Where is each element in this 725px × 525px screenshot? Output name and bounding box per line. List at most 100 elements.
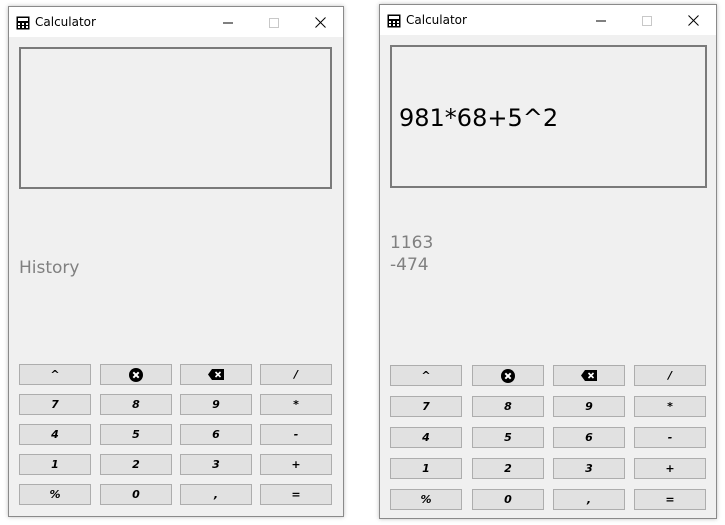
key-label: ^ bbox=[50, 368, 60, 381]
calculator-icon bbox=[387, 13, 401, 28]
minimize-icon bbox=[223, 13, 233, 32]
backspace-button[interactable] bbox=[180, 364, 252, 385]
key-label: 1 bbox=[51, 458, 59, 471]
digit-2-button[interactable]: 2 bbox=[100, 454, 172, 475]
key-label: 3 bbox=[212, 458, 220, 471]
decimal-button[interactable]: , bbox=[180, 484, 252, 505]
digit-7-button[interactable]: 7 bbox=[390, 396, 462, 417]
key-label: , bbox=[213, 488, 219, 501]
digit-9-button[interactable]: 9 bbox=[553, 396, 625, 417]
add-button[interactable]: + bbox=[260, 454, 332, 475]
digit-3-button[interactable]: 3 bbox=[553, 458, 625, 479]
digit-8-button[interactable]: 8 bbox=[472, 396, 544, 417]
key-label: 6 bbox=[212, 428, 220, 441]
multiply-button[interactable]: * bbox=[634, 396, 706, 417]
key-label: 7 bbox=[51, 398, 59, 411]
calculator-icon bbox=[16, 15, 30, 30]
history-item[interactable]: -474 bbox=[390, 254, 433, 276]
minimize-button[interactable] bbox=[205, 7, 251, 37]
key-label: ^ bbox=[421, 369, 431, 382]
expression-display[interactable] bbox=[19, 47, 332, 189]
power-button[interactable]: ^ bbox=[390, 365, 462, 386]
minimize-icon bbox=[596, 11, 606, 30]
key-label: 4 bbox=[51, 428, 59, 441]
multiply-button[interactable]: * bbox=[260, 394, 332, 415]
digit-1-button[interactable]: 1 bbox=[390, 458, 462, 479]
history-list: 1163 -474 bbox=[390, 232, 433, 276]
digit-7-button[interactable]: 7 bbox=[19, 394, 91, 415]
calculator-window: Calculator History ^ / 7 8 9 * 4 5 6 - 1 2 3 +% 0, = bbox=[8, 6, 344, 517]
desktop: Calculator History ^ / 7 8 9 * 4 5 6 - 1 2 3 +% 0, = bbox=[0, 0, 725, 525]
decimal-button[interactable]: , bbox=[553, 489, 625, 510]
equals-button[interactable]: = bbox=[634, 489, 706, 510]
key-label: 9 bbox=[585, 400, 593, 413]
digit-2-button[interactable]: 2 bbox=[472, 458, 544, 479]
key-label: 5 bbox=[504, 431, 512, 444]
key-label: % bbox=[420, 493, 432, 506]
key-label: 4 bbox=[422, 431, 430, 444]
history-item[interactable]: 1163 bbox=[390, 232, 433, 254]
close-button[interactable] bbox=[297, 7, 343, 37]
title-bar[interactable]: Calculator bbox=[9, 7, 343, 37]
key-label: - bbox=[667, 431, 673, 444]
title-bar[interactable]: Calculator bbox=[380, 5, 716, 35]
key-label: 2 bbox=[504, 462, 512, 475]
maximize-icon bbox=[269, 13, 279, 32]
close-icon bbox=[314, 13, 326, 32]
clear-button[interactable] bbox=[100, 364, 172, 385]
equals-button[interactable]: = bbox=[260, 484, 332, 505]
key-label: + bbox=[291, 458, 301, 471]
backspace-icon bbox=[581, 370, 597, 381]
digit-5-button[interactable]: 5 bbox=[100, 424, 172, 445]
expression-display[interactable]: 981*68+5^2 bbox=[390, 45, 707, 188]
digit-5-button[interactable]: 5 bbox=[472, 427, 544, 448]
minimize-button[interactable] bbox=[578, 5, 624, 35]
key-label: 6 bbox=[585, 431, 593, 444]
key-label: / bbox=[667, 369, 673, 382]
key-label: / bbox=[293, 368, 299, 381]
digit-9-button[interactable]: 9 bbox=[180, 394, 252, 415]
digit-0-button[interactable]: 0 bbox=[472, 489, 544, 510]
digit-4-button[interactable]: 4 bbox=[390, 427, 462, 448]
digit-8-button[interactable]: 8 bbox=[100, 394, 172, 415]
maximize-icon bbox=[642, 11, 652, 30]
add-button[interactable]: + bbox=[634, 458, 706, 479]
key-label: 9 bbox=[212, 398, 220, 411]
divide-button[interactable]: / bbox=[260, 364, 332, 385]
key-label: 7 bbox=[422, 400, 430, 413]
close-button[interactable] bbox=[670, 5, 716, 35]
clear-circle-x-icon bbox=[501, 368, 515, 383]
subtract-button[interactable]: - bbox=[634, 427, 706, 448]
percent-button[interactable]: % bbox=[19, 484, 91, 505]
key-label: 1 bbox=[422, 462, 430, 475]
calculator-window: Calculator 981*68+5^2 1163 -474 ^ / 7 8 … bbox=[379, 4, 717, 519]
key-label: 8 bbox=[132, 398, 140, 411]
digit-6-button[interactable]: 6 bbox=[180, 424, 252, 445]
key-label: + bbox=[665, 462, 675, 475]
maximize-button[interactable] bbox=[251, 7, 297, 37]
digit-0-button[interactable]: 0 bbox=[100, 484, 172, 505]
backspace-button[interactable] bbox=[553, 365, 625, 386]
key-label: % bbox=[49, 488, 61, 501]
clear-button[interactable] bbox=[472, 365, 544, 386]
digit-4-button[interactable]: 4 bbox=[19, 424, 91, 445]
power-button[interactable]: ^ bbox=[19, 364, 91, 385]
clear-circle-x-icon bbox=[129, 367, 143, 382]
history-label: History bbox=[19, 258, 80, 278]
key-label: 5 bbox=[132, 428, 140, 441]
digit-3-button[interactable]: 3 bbox=[180, 454, 252, 475]
key-label: , bbox=[586, 493, 592, 506]
key-label: 0 bbox=[504, 493, 512, 506]
maximize-button[interactable] bbox=[624, 5, 670, 35]
digit-6-button[interactable]: 6 bbox=[553, 427, 625, 448]
window-title: Calculator bbox=[406, 13, 467, 27]
key-label: 8 bbox=[504, 400, 512, 413]
digit-1-button[interactable]: 1 bbox=[19, 454, 91, 475]
key-label: 0 bbox=[132, 488, 140, 501]
key-label: * bbox=[293, 398, 299, 411]
window-title: Calculator bbox=[35, 15, 96, 29]
percent-button[interactable]: % bbox=[390, 489, 462, 510]
divide-button[interactable]: / bbox=[634, 365, 706, 386]
key-label: - bbox=[293, 428, 299, 441]
subtract-button[interactable]: - bbox=[260, 424, 332, 445]
